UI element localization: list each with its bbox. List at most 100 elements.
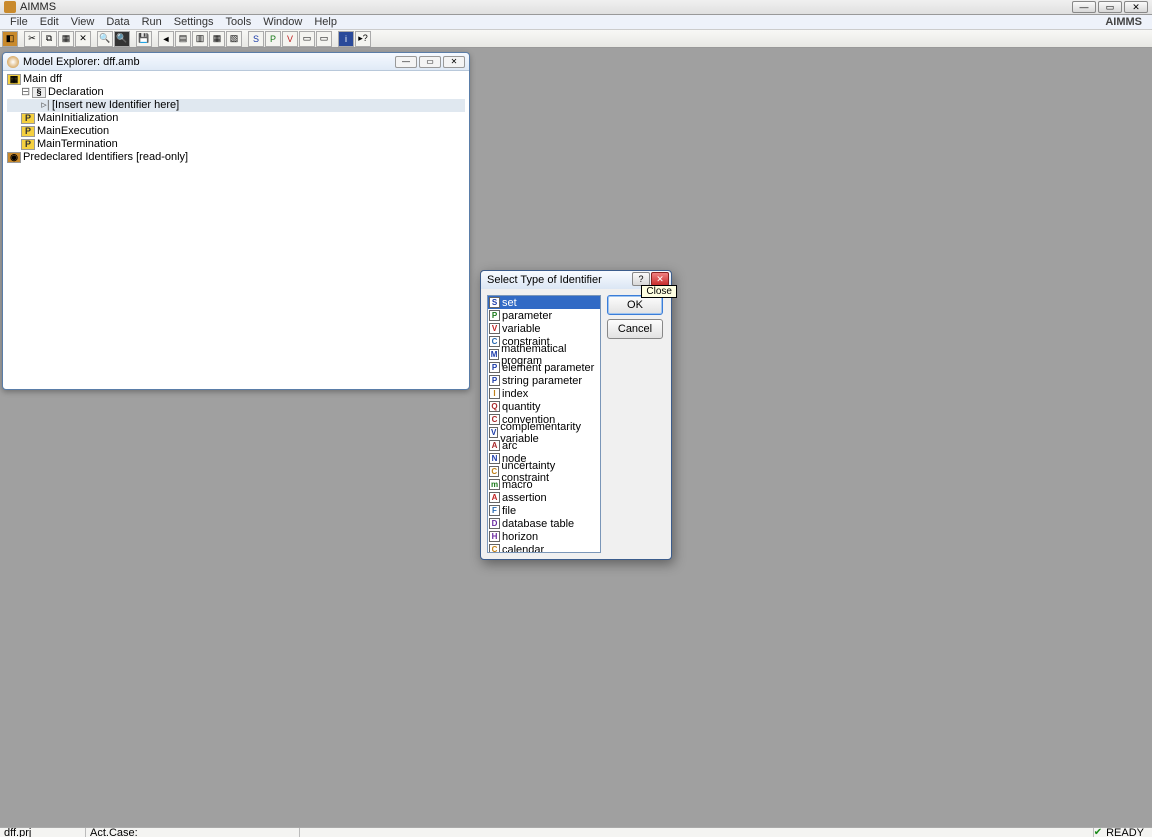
page3-icon[interactable]: ▦: [209, 31, 225, 47]
list-item[interactable]: Ddatabase table: [488, 517, 600, 530]
string-parameter-icon: P: [489, 375, 500, 386]
dialog-close-button[interactable]: ✕: [651, 272, 669, 286]
app-title: AIMMS: [20, 1, 56, 13]
page4-icon[interactable]: ▧: [226, 31, 242, 47]
find-icon[interactable]: 🔍: [97, 31, 113, 47]
help-icon[interactable]: ▸?: [355, 31, 371, 47]
menu-tools[interactable]: Tools: [220, 16, 258, 28]
close-button[interactable]: ✕: [1124, 1, 1148, 13]
procedure-icon: P: [21, 126, 35, 137]
menu-window[interactable]: Window: [257, 16, 308, 28]
list-item-label: string parameter: [502, 375, 582, 387]
copy-icon[interactable]: ⧉: [41, 31, 57, 47]
tool-app-icon[interactable]: ◧: [2, 31, 18, 47]
list-item-label: set: [502, 297, 517, 309]
status-ready: ✔ READY: [1094, 827, 1152, 837]
toolbar: ◧ ✂ ⧉ ▦ ✕ 🔍 🔍 💾 ◄ ▤ ▥ ▦ ▧ S P V ▭ ▭ i ▸?: [0, 30, 1152, 48]
menu-edit[interactable]: Edit: [34, 16, 65, 28]
tree-insert-placeholder[interactable]: ▹| [Insert new Identifier here]: [7, 99, 465, 112]
tree-term[interactable]: P MainTermination: [7, 138, 465, 151]
model-explorer-titlebar[interactable]: Model Explorer: dff.amb — ▭ ✕: [3, 53, 469, 71]
menu-help[interactable]: Help: [308, 16, 343, 28]
list-item-label: calendar: [502, 544, 544, 554]
info-icon[interactable]: i: [338, 31, 354, 47]
tree-label: Declaration: [48, 86, 104, 99]
ready-label: READY: [1106, 827, 1144, 837]
list-item[interactable]: Vvariable: [488, 322, 600, 335]
list-item[interactable]: Vcomplementarity variable: [488, 426, 600, 439]
menu-run[interactable]: Run: [136, 16, 168, 28]
status-project: dff.prj: [0, 828, 86, 837]
list-item[interactable]: Hhorizon: [488, 530, 600, 543]
brand-label: AIMMS: [1105, 16, 1148, 28]
dialog-help-button[interactable]: ?: [632, 272, 650, 286]
paste-icon[interactable]: ▦: [58, 31, 74, 47]
p-icon[interactable]: P: [265, 31, 281, 47]
list-item[interactable]: Iindex: [488, 387, 600, 400]
minimize-button[interactable]: —: [1072, 1, 1096, 13]
list-item[interactable]: Sset: [488, 296, 600, 309]
node-icon: N: [489, 453, 500, 464]
title-bar: AIMMS — ▭ ✕: [0, 0, 1152, 15]
dialog-title-text: Select Type of Identifier: [487, 274, 602, 286]
list-item[interactable]: Qquantity: [488, 400, 600, 413]
win1-icon[interactable]: ▭: [299, 31, 315, 47]
identifier-listbox[interactable]: SsetPparameterVvariableCconstraintMmathe…: [487, 295, 601, 553]
list-item[interactable]: Ccalendar: [488, 543, 600, 553]
list-item[interactable]: Pstring parameter: [488, 374, 600, 387]
win2-icon[interactable]: ▭: [316, 31, 332, 47]
model-tree: ▦ Main dff ⊟ § Declaration ▹| [Insert ne…: [3, 71, 469, 166]
parameter-icon: P: [489, 310, 500, 321]
tree-label: Predeclared Identifiers [read-only]: [23, 151, 188, 164]
list-item[interactable]: Mmathematical program: [488, 348, 600, 361]
list-item-label: macro: [502, 479, 533, 491]
tree-root[interactable]: ▦ Main dff: [7, 73, 465, 86]
list-item-label: file: [502, 505, 516, 517]
app-icon: [4, 1, 16, 13]
tree-predeclared[interactable]: ◉ Predeclared Identifiers [read-only]: [7, 151, 465, 164]
menu-data[interactable]: Data: [100, 16, 135, 28]
list-item[interactable]: Cuncertainty constraint: [488, 465, 600, 478]
find-next-icon[interactable]: 🔍: [114, 31, 130, 47]
tree-label: MainInitialization: [37, 112, 118, 125]
identifier-type-dialog: Select Type of Identifier ? ✕ Close Sset…: [480, 270, 672, 560]
menu-file[interactable]: File: [4, 16, 34, 28]
delete-icon[interactable]: ✕: [75, 31, 91, 47]
tree-declaration[interactable]: ⊟ § Declaration: [7, 86, 465, 99]
save-icon[interactable]: 💾: [136, 31, 152, 47]
list-item-label: parameter: [502, 310, 552, 322]
dialog-titlebar[interactable]: Select Type of Identifier ? ✕ Close: [481, 271, 671, 289]
explorer-close-button[interactable]: ✕: [443, 56, 465, 68]
cancel-button[interactable]: Cancel: [607, 319, 663, 339]
tree-init[interactable]: P MainInitialization: [7, 112, 465, 125]
v-icon[interactable]: V: [282, 31, 298, 47]
tree-label: MainTermination: [37, 138, 118, 151]
s-icon[interactable]: S: [248, 31, 264, 47]
list-item-label: element parameter: [502, 362, 594, 374]
folder-icon: ▦: [7, 74, 21, 85]
list-item[interactable]: Aassertion: [488, 491, 600, 504]
check-icon: ✔: [1094, 827, 1102, 837]
list-item[interactable]: Ffile: [488, 504, 600, 517]
maximize-button[interactable]: ▭: [1098, 1, 1122, 13]
explorer-minimize-button[interactable]: —: [395, 56, 417, 68]
declaration-icon: §: [32, 87, 46, 98]
cut-icon[interactable]: ✂: [24, 31, 40, 47]
tree-exec[interactable]: P MainExecution: [7, 125, 465, 138]
collapse-icon[interactable]: ⊟: [21, 86, 30, 99]
page2-icon[interactable]: ▥: [192, 31, 208, 47]
explorer-maximize-button[interactable]: ▭: [419, 56, 441, 68]
list-item[interactable]: Pparameter: [488, 309, 600, 322]
menu-settings[interactable]: Settings: [168, 16, 220, 28]
list-item[interactable]: Pelement parameter: [488, 361, 600, 374]
complementarity-variable-icon: V: [489, 427, 498, 438]
menu-view[interactable]: View: [65, 16, 101, 28]
procedure-icon: P: [21, 139, 35, 150]
page1-icon[interactable]: ▤: [175, 31, 191, 47]
nav-back-icon[interactable]: ◄: [158, 31, 174, 47]
convention-icon: C: [489, 414, 500, 425]
tree-label: [Insert new Identifier here]: [52, 99, 179, 112]
ok-button[interactable]: OK: [607, 295, 663, 315]
tree-label: Main dff: [23, 73, 62, 86]
uncertainty-constraint-icon: C: [489, 466, 499, 477]
